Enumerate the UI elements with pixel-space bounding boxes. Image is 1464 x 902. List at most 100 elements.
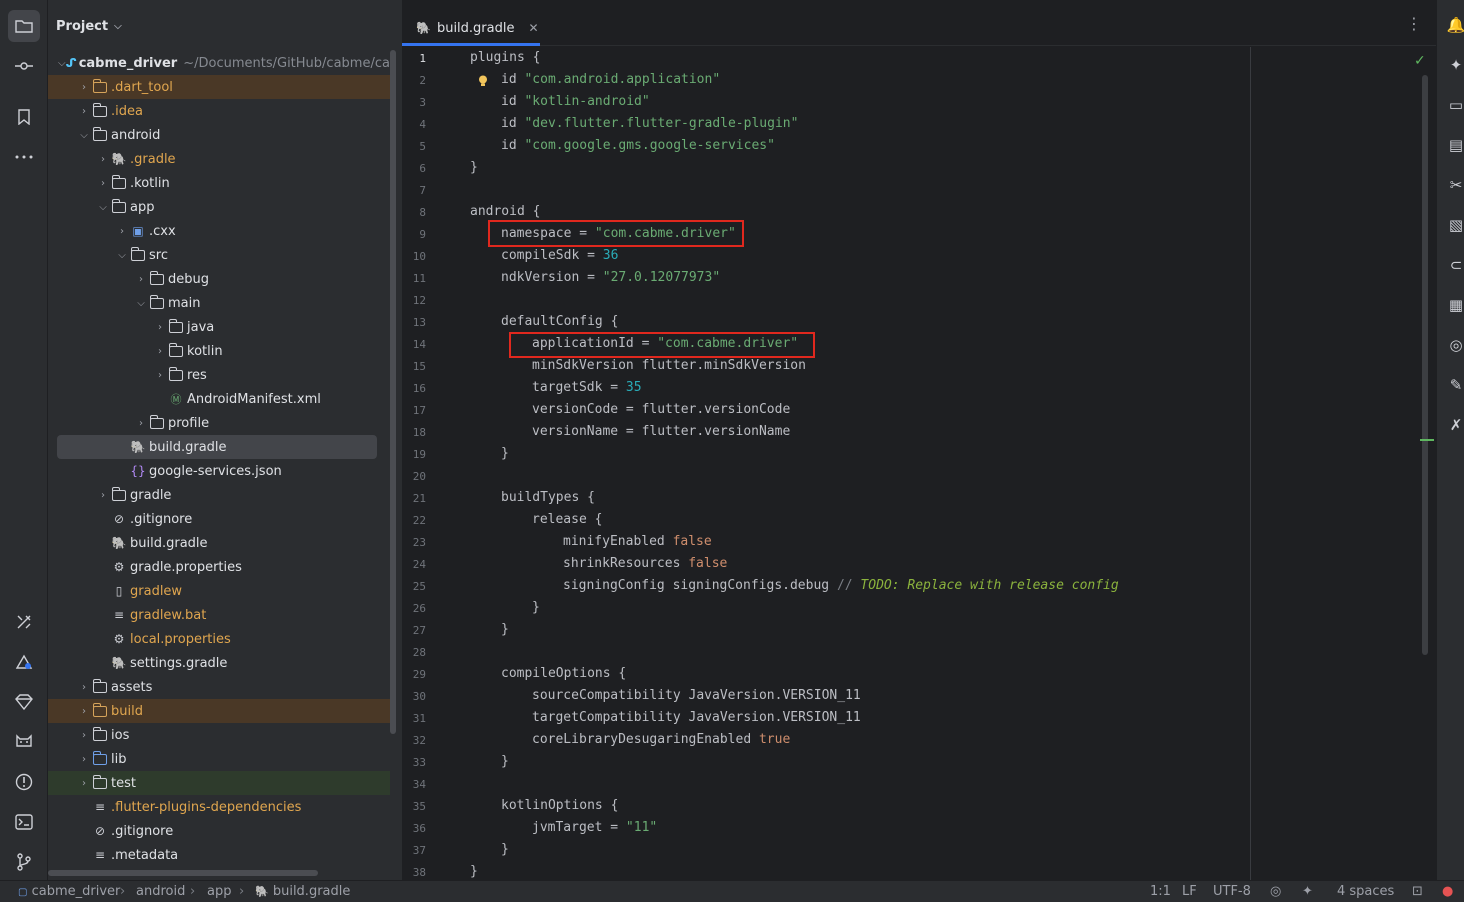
tree-root[interactable]: ⌵ ᔑ cabme_driver ~/Documents/GitHub/cabm… (48, 51, 394, 75)
line-number[interactable]: 10 (402, 250, 426, 263)
tree-item[interactable]: › lib (48, 747, 390, 771)
line-number[interactable]: 11 (402, 272, 426, 285)
bookmarks-icon[interactable] (8, 101, 40, 133)
tree-item[interactable]: › gradle (48, 483, 390, 507)
line-number[interactable]: 1 (402, 52, 426, 65)
tree-horizontal-scrollbar[interactable] (48, 870, 318, 876)
line-number[interactable]: 31 (402, 712, 426, 725)
line-number[interactable]: 26 (402, 602, 426, 615)
line-number[interactable]: 3 (402, 96, 426, 109)
tree-item[interactable]: › java (48, 315, 390, 339)
line-number[interactable]: 8 (402, 206, 426, 219)
more-tools-icon[interactable] (8, 141, 40, 173)
project-folder-icon[interactable] (8, 10, 40, 42)
build-tools-icon[interactable] (8, 606, 40, 638)
inspector-icon[interactable]: ▦ (1445, 294, 1464, 316)
editor-vertical-scrollbar[interactable] (1422, 75, 1428, 655)
line-number[interactable]: 22 (402, 514, 426, 527)
breadcrumb-android[interactable]: android (136, 884, 185, 899)
more-options-icon[interactable]: ⋮ (1406, 14, 1422, 33)
file-encoding[interactable]: UTF-8 (1213, 884, 1251, 899)
line-number[interactable]: 17 (402, 404, 426, 417)
line-number[interactable]: 5 (402, 140, 426, 153)
line-number[interactable]: 38 (402, 866, 426, 879)
line-number[interactable]: 27 (402, 624, 426, 637)
code-editor[interactable]: plugins { id "com.android.application" i… (458, 47, 1434, 880)
gallery-icon[interactable]: ▧ (1445, 214, 1464, 236)
breadcrumb-file[interactable]: 🐘 build.gradle (255, 884, 350, 899)
tree-item[interactable]: ≡ gradlew.bat (48, 603, 390, 627)
tree-item[interactable]: › test (48, 771, 390, 795)
line-number[interactable]: 34 (402, 778, 426, 791)
line-number[interactable]: 28 (402, 646, 426, 659)
tree-item[interactable]: › ▣ .cxx (48, 219, 390, 243)
tree-item[interactable]: ⌵ app (48, 195, 390, 219)
tree-item[interactable]: ≡ .flutter-plugins-dependencies (48, 795, 390, 819)
tree-item[interactable]: 🐘 settings.gradle (48, 651, 390, 675)
inspection-ok-check-icon[interactable]: ✓ (1414, 53, 1426, 69)
line-number[interactable]: 6 (402, 162, 426, 175)
tree-item[interactable]: ⊘ .gitignore (48, 507, 390, 531)
line-number[interactable]: 37 (402, 844, 426, 857)
tree-item[interactable]: Ⓜ AndroidManifest.xml (48, 387, 390, 411)
line-number[interactable]: 29 (402, 668, 426, 681)
git-icon[interactable] (8, 846, 40, 878)
line-number[interactable]: 32 (402, 734, 426, 747)
error-icon[interactable]: ● (1442, 884, 1453, 899)
tree-item[interactable]: › build (48, 699, 390, 723)
logcat-icon[interactable] (8, 726, 40, 758)
line-number[interactable]: 15 (402, 360, 426, 373)
tree-item[interactable]: › profile (48, 411, 390, 435)
tree-item[interactable]: › .dart_tool (48, 75, 390, 99)
line-number[interactable]: 16 (402, 382, 426, 395)
tree-item[interactable]: ⌵ src (48, 243, 390, 267)
app-inspection-icon[interactable] (8, 646, 40, 678)
line-number[interactable]: 18 (402, 426, 426, 439)
breadcrumb-app[interactable]: app (207, 884, 231, 899)
lightbulb-icon[interactable] (478, 75, 488, 87)
line-number[interactable]: 23 (402, 536, 426, 549)
ai-status-icon[interactable]: ✦ (1302, 884, 1313, 899)
tools-icon[interactable]: ✂ (1445, 174, 1464, 196)
tree-vertical-scrollbar[interactable] (390, 50, 396, 734)
commit-icon[interactable] (8, 50, 40, 82)
project-view-selector[interactable]: Project ⌵ (56, 14, 122, 38)
close-icon[interactable]: ✕ (528, 21, 538, 35)
line-number[interactable]: 19 (402, 448, 426, 461)
tree-item[interactable]: › kotlin (48, 339, 390, 363)
line-number[interactable]: 12 (402, 294, 426, 307)
line-number[interactable]: 36 (402, 822, 426, 835)
edit-icon[interactable]: ✎ (1445, 374, 1464, 396)
line-number[interactable]: 7 (402, 184, 426, 197)
notifications-icon[interactable]: 🔔 (1445, 14, 1464, 36)
tree-item[interactable]: › assets (48, 675, 390, 699)
caret-position[interactable]: 1:1 (1150, 884, 1171, 899)
tree-item[interactable]: ⌵ main (48, 291, 390, 315)
tree-item[interactable]: › ios (48, 723, 390, 747)
tree-item[interactable]: › 🐘 .gradle (48, 147, 390, 171)
line-number[interactable]: 2 (402, 74, 426, 87)
copilot-status-icon[interactable]: ◎ (1270, 884, 1281, 899)
line-number[interactable]: 4 (402, 118, 426, 131)
line-number[interactable]: 25 (402, 580, 426, 593)
tree-item[interactable]: › .kotlin (48, 171, 390, 195)
problems-icon[interactable] (8, 766, 40, 798)
clipboard-icon[interactable]: ▤ (1445, 134, 1464, 156)
link-icon[interactable]: ⊂ (1445, 254, 1464, 276)
tree-item[interactable]: ▯ gradlew (48, 579, 390, 603)
tree-item[interactable]: ≡ .metadata (48, 843, 390, 867)
tree-item[interactable]: ⊘ .gitignore (48, 819, 390, 843)
tree-item[interactable]: ⌵ android (48, 123, 390, 147)
tree-item[interactable]: ⚙ gradle.properties (48, 555, 390, 579)
device-manager-icon[interactable]: ▭ (1445, 94, 1464, 116)
gem-icon[interactable] (8, 686, 40, 718)
line-separator[interactable]: LF (1182, 884, 1197, 899)
tree-item[interactable]: ⚙ local.properties (48, 627, 390, 651)
indent-setting[interactable]: 4 spaces (1337, 884, 1394, 899)
line-number[interactable]: 20 (402, 470, 426, 483)
copilot-icon[interactable]: ◎ (1445, 334, 1464, 356)
terminal-icon[interactable] (8, 806, 40, 838)
line-number[interactable]: 35 (402, 800, 426, 813)
line-number[interactable]: 24 (402, 558, 426, 571)
tree-item-selected[interactable]: 🐘 build.gradle (57, 435, 377, 459)
